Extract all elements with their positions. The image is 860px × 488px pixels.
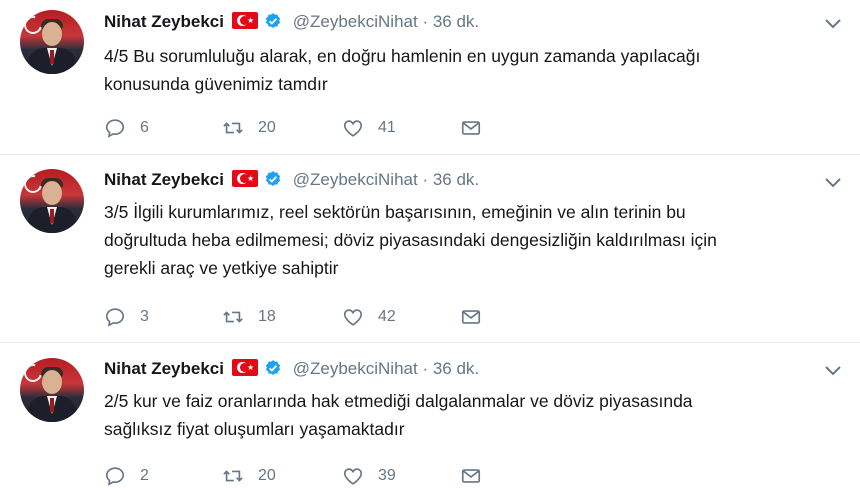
reply-button[interactable]: 6 [104, 116, 149, 140]
tweet-text-line: sağlıksız fiyat oluşumları yaşamaktadır [104, 419, 405, 439]
separator-dot: · [422, 359, 429, 378]
retweet-icon [223, 311, 243, 323]
like-button[interactable]: 42 [342, 305, 396, 329]
reply-icon [105, 467, 125, 486]
avatar[interactable] [20, 169, 84, 233]
avatar[interactable] [20, 10, 84, 74]
timestamp[interactable]: 36 dk. [433, 12, 479, 31]
like-button[interactable]: 41 [342, 116, 396, 140]
envelope-icon [461, 469, 481, 483]
retweet-icon [223, 122, 243, 134]
user-handle[interactable]: @ZeybekciNihat [293, 359, 418, 378]
reply-icon [105, 119, 125, 138]
tweet-header: Nihat Zeybekci ★ @ZeybekciNihat · 36 dk. [104, 12, 479, 32]
user-handle[interactable]: @ZeybekciNihat [293, 170, 418, 189]
separator-dot: · [422, 170, 429, 189]
retweet-icon [223, 470, 243, 482]
avatar[interactable] [20, 358, 84, 422]
verified-badge-icon [265, 171, 281, 186]
retweet-button[interactable]: 20 [222, 116, 276, 140]
tweet-text-line: 4/5 Bu sorumluluğu alarak, en doğru haml… [104, 46, 701, 66]
direct-message-button[interactable] [460, 464, 482, 488]
user-handle[interactable]: @ZeybekciNihat [293, 12, 418, 31]
like-button[interactable]: 39 [342, 464, 396, 488]
reply-count: 2 [140, 467, 149, 484]
like-count: 42 [378, 308, 396, 325]
envelope-icon [461, 121, 481, 135]
display-name[interactable]: Nihat Zeybekci [104, 359, 224, 378]
chevron-down-icon[interactable] [824, 365, 842, 377]
tweet-text-line: gerekli araç ve yetkiye sahiptir [104, 258, 339, 278]
retweet-count: 20 [258, 119, 276, 136]
tweet-text: 4/5 Bu sorumluluğu alarak, en doğru haml… [104, 42, 804, 98]
display-name[interactable]: Nihat Zeybekci [104, 12, 224, 31]
tweet-3[interactable]: Nihat Zeybekci ★ @ZeybekciNihat · 36 dk. … [0, 343, 860, 486]
retweet-button[interactable]: 20 [222, 464, 276, 488]
envelope-icon [461, 310, 481, 324]
retweet-button[interactable]: 18 [222, 305, 276, 329]
retweet-count: 18 [258, 308, 276, 325]
tweet-2[interactable]: Nihat Zeybekci ★ @ZeybekciNihat · 36 dk. … [0, 155, 860, 343]
reply-button[interactable]: 3 [104, 305, 149, 329]
tweet-text-line: 3/5 İlgili kurumlarımız, reel sektörün b… [104, 202, 686, 222]
reply-count: 6 [140, 119, 149, 136]
verified-badge-icon [265, 13, 281, 28]
timestamp[interactable]: 36 dk. [433, 359, 479, 378]
tweet-text: 2/5 kur ve faiz oranlarında hak etmediği… [104, 387, 804, 443]
direct-message-button[interactable] [460, 116, 482, 140]
separator-dot: · [422, 12, 429, 31]
tweet-header: Nihat Zeybekci ★ @ZeybekciNihat · 36 dk. [104, 359, 479, 379]
chevron-down-icon[interactable] [824, 177, 842, 189]
reply-count: 3 [140, 308, 149, 325]
direct-message-button[interactable] [460, 305, 482, 329]
turkey-flag-icon: ★ [232, 359, 258, 376]
tweet-text-line: doğrultuda heba edilmemesi; döviz piyasa… [104, 230, 717, 250]
heart-icon [343, 468, 363, 485]
turkey-flag-icon: ★ [232, 170, 258, 187]
verified-badge-icon [265, 360, 281, 375]
reply-icon [105, 308, 125, 327]
tweet-text-line: konusunda güvenimiz tamdır [104, 74, 328, 94]
tweet-text-line: 2/5 kur ve faiz oranlarında hak etmediği… [104, 391, 693, 411]
tweet-text: 3/5 İlgili kurumlarımız, reel sektörün b… [104, 198, 804, 282]
reply-button[interactable]: 2 [104, 464, 149, 488]
tweet-header: Nihat Zeybekci ★ @ZeybekciNihat · 36 dk. [104, 170, 479, 190]
turkey-flag-icon: ★ [232, 12, 258, 29]
like-count: 39 [378, 467, 396, 484]
heart-icon [343, 309, 363, 326]
tweet-1[interactable]: Nihat Zeybekci ★ @ZeybekciNihat · 36 dk. … [0, 0, 860, 155]
retweet-count: 20 [258, 467, 276, 484]
like-count: 41 [378, 119, 396, 136]
chevron-down-icon[interactable] [824, 18, 842, 30]
heart-icon [343, 120, 363, 137]
timestamp[interactable]: 36 dk. [433, 170, 479, 189]
display-name[interactable]: Nihat Zeybekci [104, 170, 224, 189]
